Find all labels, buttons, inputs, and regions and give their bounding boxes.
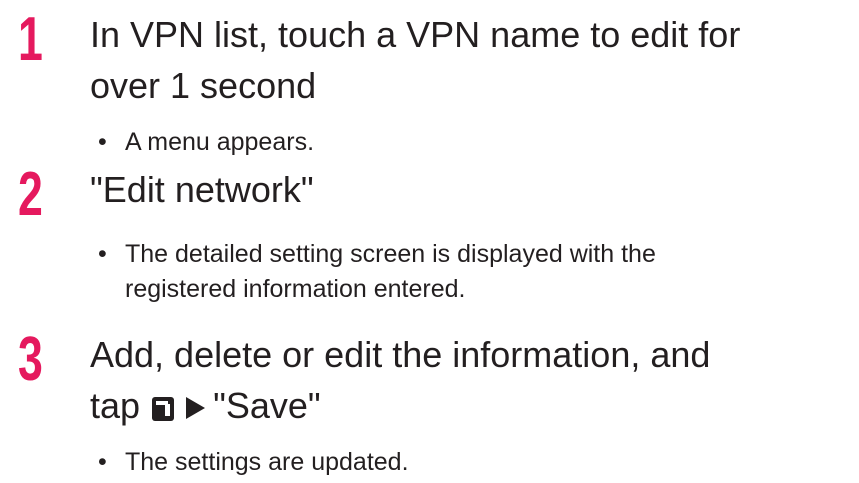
step-number-3: 3: [18, 325, 43, 394]
step-2-bullet: • The detailed setting screen is displaye…: [98, 237, 656, 307]
step-3-bullet-text: The settings are updated.: [125, 448, 409, 476]
step-2-text-line-1: "Edit network": [90, 169, 314, 210]
step-3-text-line-2: tap "Save": [90, 380, 321, 431]
bullet-dot: •: [98, 128, 107, 156]
step-2-bullet-text: The detailed setting screen is displayed…: [125, 240, 656, 268]
bullet-dot: •: [98, 240, 107, 268]
menu-key-icon: [152, 397, 175, 421]
step-2-bullet-text-continued: registered information entered.: [125, 275, 466, 303]
step-3-tap-label: tap: [90, 385, 141, 426]
arrow-right-icon: [186, 397, 206, 419]
step-1-bullet: • A menu appears.: [98, 125, 314, 160]
step-1-bullet-text: A menu appears.: [125, 128, 315, 156]
step-3-text-line-1: Add, delete or edit the information, and: [90, 334, 711, 375]
step-number-2: 2: [18, 160, 43, 229]
step-3-bullet: • The settings are updated.: [98, 445, 409, 480]
step-3-save-label: "Save": [213, 385, 321, 426]
step-1-text-line-1: In VPN list, touch a VPN name to edit fo…: [90, 14, 741, 55]
step-number-1: 1: [18, 5, 43, 74]
step-1-text-line-2: over 1 second: [90, 65, 317, 106]
bullet-dot: •: [98, 448, 107, 476]
